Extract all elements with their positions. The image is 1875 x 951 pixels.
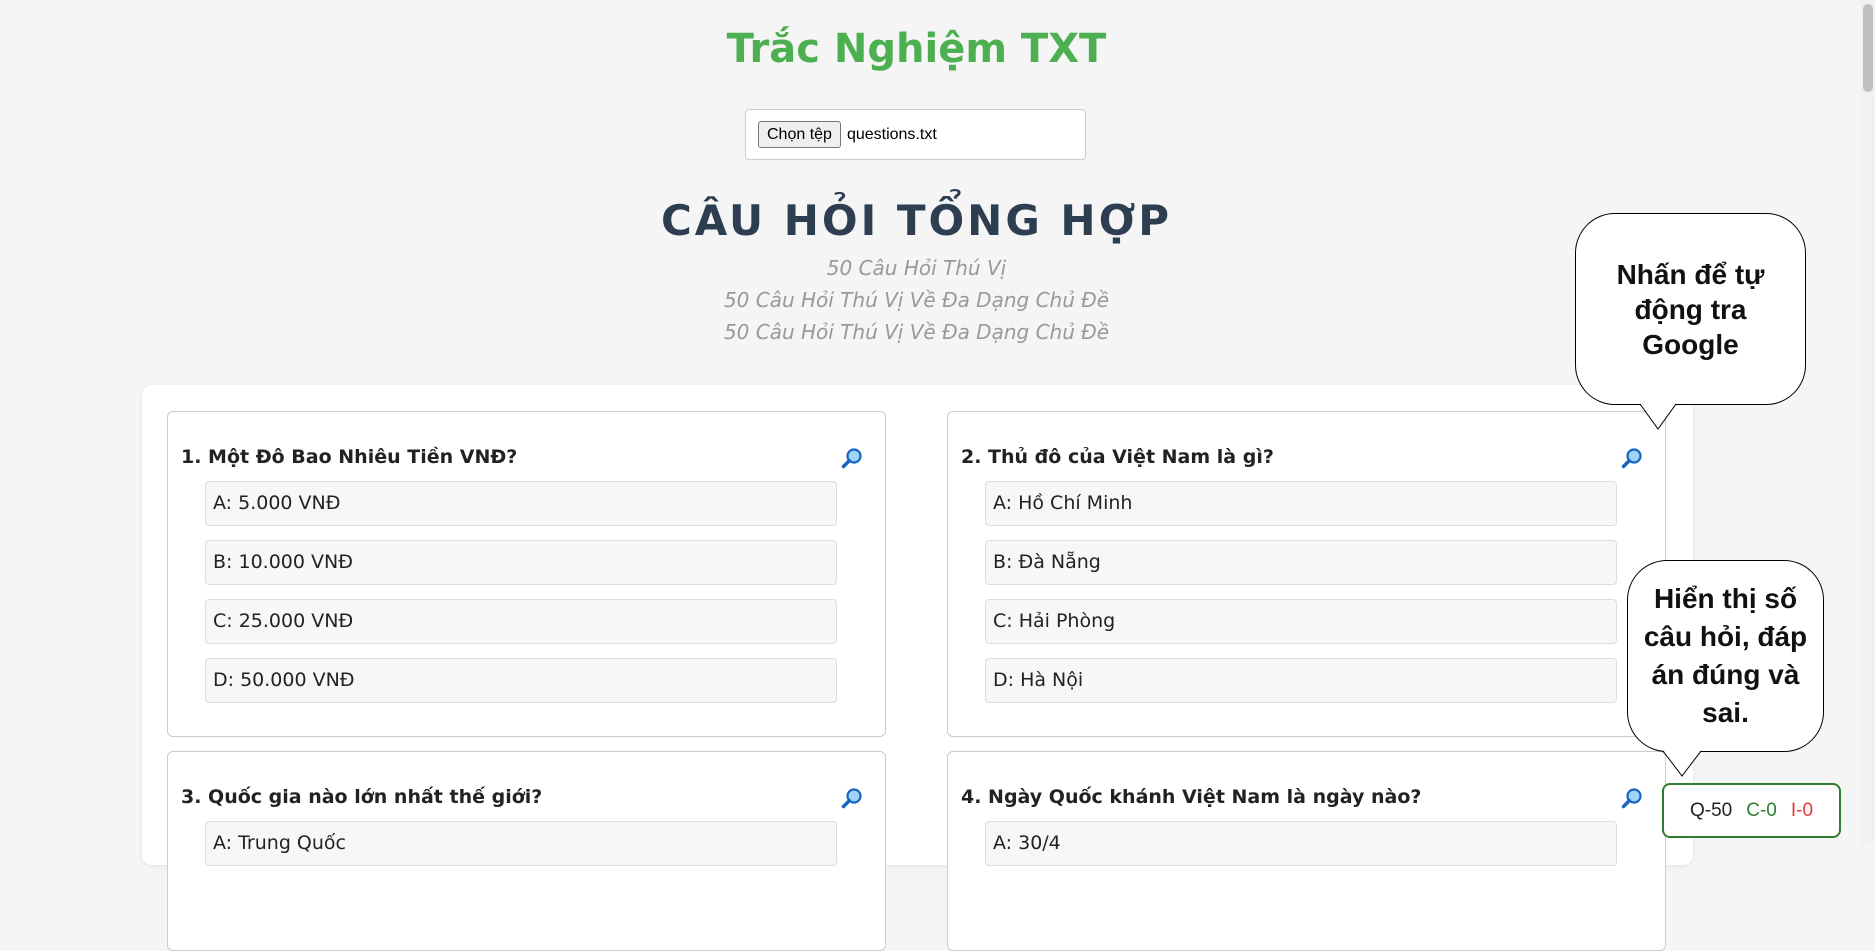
quiz-subtitle: 50 Câu Hỏi Thú Vị Về Đa Dạng Chủ Đề: [723, 320, 1110, 344]
quiz-heading: CÂU HỎI TỔNG HỢP: [660, 196, 1173, 245]
search-tooltip-tail: [1640, 403, 1676, 430]
question-card: 3. Quốc gia nào lớn nhất thế giới? A: Tr…: [167, 751, 886, 951]
question-card: 4. Ngày Quốc khánh Việt Nam là ngày nào?…: [947, 751, 1666, 951]
answer-option[interactable]: C: 25.000 VNĐ: [205, 599, 837, 644]
question-card: 2. Thủ đô của Việt Nam là gì? A: Hồ Chí …: [947, 411, 1666, 737]
counter-tooltip-tail: [1663, 750, 1701, 777]
questions-panel: 1. Một Đô Bao Nhiêu Tiền VNĐ? A: 5.000 V…: [142, 385, 1693, 951]
page-scrollbar[interactable]: [1861, 0, 1875, 844]
search-icon[interactable]: [841, 447, 863, 469]
choose-file-button[interactable]: Chọn tệp: [758, 121, 841, 148]
answer-option[interactable]: A: 5.000 VNĐ: [205, 481, 837, 526]
score-counter: Q-50 C-0 I-0: [1662, 783, 1841, 838]
question-title: 2. Thủ đô của Việt Nam là gì?: [961, 446, 1274, 468]
question-title: 4. Ngày Quốc khánh Việt Nam là ngày nào?: [961, 786, 1422, 808]
answer-option[interactable]: B: 10.000 VNĐ: [205, 540, 837, 585]
answer-option[interactable]: B: Đà Nẵng: [985, 540, 1617, 585]
search-icon[interactable]: [1621, 787, 1643, 809]
file-picker[interactable]: Chọn tệp questions.txt: [745, 109, 1086, 160]
question-title: 3. Quốc gia nào lớn nhất thế giới?: [181, 786, 543, 808]
answer-option[interactable]: A: Hồ Chí Minh: [985, 481, 1617, 526]
quiz-subtitle: 50 Câu Hỏi Thú Vị Về Đa Dạng Chủ Đề: [723, 288, 1110, 312]
scrollbar-thumb[interactable]: [1863, 4, 1873, 92]
quiz-subtitle: 50 Câu Hỏi Thú Vị: [826, 256, 1007, 280]
question-count: Q-50: [1689, 799, 1733, 821]
app-title: Trắc Nghiệm TXT: [726, 26, 1107, 72]
search-icon[interactable]: [841, 787, 863, 809]
search-tooltip: Nhấn để tự động tra Google: [1575, 213, 1806, 405]
answer-option[interactable]: C: Hải Phòng: [985, 599, 1617, 644]
answer-option[interactable]: D: 50.000 VNĐ: [205, 658, 837, 703]
counter-tooltip: Hiển thị số câu hỏi, đáp án đúng và sai.: [1627, 560, 1824, 752]
file-name: questions.txt: [846, 125, 937, 143]
question-title: 1. Một Đô Bao Nhiêu Tiền VNĐ?: [181, 446, 518, 468]
answer-option[interactable]: D: Hà Nội: [985, 658, 1617, 703]
correct-count: C-0: [1746, 799, 1777, 821]
incorrect-count: I-0: [1790, 799, 1814, 821]
search-icon[interactable]: [1621, 447, 1643, 469]
question-card: 1. Một Đô Bao Nhiêu Tiền VNĐ? A: 5.000 V…: [167, 411, 886, 737]
